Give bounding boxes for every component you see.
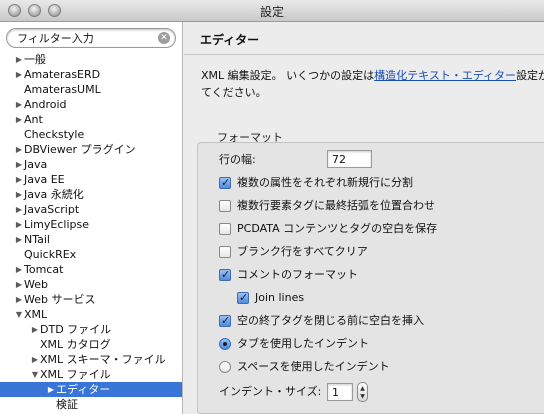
expand-arrow-icon[interactable]: ▶: [14, 187, 24, 202]
expand-arrow-icon[interactable]: ▶: [30, 322, 40, 337]
expand-arrow-icon[interactable]: ▶: [14, 262, 24, 277]
collapse-arrow-icon[interactable]: ▼: [14, 307, 24, 322]
tree-item-checkstyle[interactable]: Checkstyle: [0, 127, 182, 142]
expand-arrow-icon[interactable]: ▶: [14, 157, 24, 172]
page-title: エディター: [200, 33, 260, 47]
expand-arrow-icon[interactable]: ▶: [46, 382, 56, 397]
tree-item-quickrex[interactable]: QuickREx: [0, 247, 182, 262]
expand-arrow-icon[interactable]: ▶: [14, 202, 24, 217]
split-attrs-checkbox[interactable]: [219, 175, 231, 191]
tree-item-xml-schema-files[interactable]: ▶ XML スキーマ・ファイル: [0, 352, 182, 367]
expand-arrow-icon[interactable]: ▶: [14, 52, 24, 67]
page-description: XML 編集設定。 いくつかの設定は構造化テキスト・エディター設定か てください…: [201, 69, 544, 99]
preserve-pcdata-checkbox[interactable]: [219, 223, 231, 235]
line-width-input[interactable]: [327, 150, 372, 168]
tree-item-web[interactable]: ▶ Web: [0, 277, 182, 292]
sidebar: ✕ ▶一般 ▶AmaterasERD AmaterasUML ▶Android …: [0, 22, 183, 414]
format-comments-checkbox[interactable]: [219, 267, 231, 283]
join-lines-checkbox[interactable]: [237, 290, 249, 306]
preferences-tree: ▶ 一般 ▶ AmaterasERD AmaterasUML ▶ Android ▶ A…: [0, 52, 182, 412]
expand-arrow-icon[interactable]: ▶: [30, 352, 40, 367]
title-bar: 設定: [0, 0, 544, 22]
tree-item-ant[interactable]: ▶ Ant: [0, 112, 182, 127]
clear-blank-lines-checkbox[interactable]: [219, 246, 231, 258]
expand-arrow-icon[interactable]: ▶: [14, 112, 24, 127]
expand-arrow-icon[interactable]: ▶: [14, 232, 24, 247]
filter-field[interactable]: ✕: [6, 28, 176, 48]
indent-size-stepper[interactable]: ▲ ▼: [357, 382, 368, 402]
tree-item-general[interactable]: ▶ 一般: [0, 52, 182, 67]
indent-size-label: インデント・サイズ:: [219, 385, 322, 398]
tree-item-android[interactable]: ▶ Android: [0, 97, 182, 112]
tree-item-dtd-files[interactable]: ▶ DTD ファイル: [0, 322, 182, 337]
space-before-close-checkbox[interactable]: [219, 313, 231, 329]
window-title: 設定: [259, 5, 284, 19]
filter-input[interactable]: [17, 31, 155, 45]
indent-spaces-radio[interactable]: [219, 361, 231, 373]
expand-arrow-icon[interactable]: ▶: [14, 142, 24, 157]
tree-item-xml-catalog[interactable]: XML カタログ: [0, 337, 182, 352]
tree-item-java[interactable]: ▶ Java: [0, 157, 182, 172]
structured-text-editor-link[interactable]: 構造化テキスト・エディター: [374, 69, 516, 82]
expand-arrow-icon[interactable]: ▶: [14, 217, 24, 232]
indent-size-row: インデント・サイズ:: [219, 384, 321, 400]
tree-item-validation[interactable]: 検証: [0, 397, 182, 412]
expand-arrow-icon[interactable]: ▶: [14, 172, 24, 187]
tree-item-xml[interactable]: ▼ XML: [0, 307, 182, 322]
tree-item-amaterasUML[interactable]: AmaterasUML: [0, 82, 182, 97]
tree-item-amaterasERD[interactable]: ▶ AmaterasERD: [0, 67, 182, 82]
indent-size-input[interactable]: [327, 383, 353, 401]
tree-item-editor[interactable]: ▶ エディター: [0, 382, 182, 397]
tree-item-java-ee[interactable]: ▶ Java EE: [0, 172, 182, 187]
indent-tabs-radio[interactable]: [219, 338, 231, 350]
expand-arrow-icon[interactable]: ▶: [14, 97, 24, 112]
page-header: エディター: [184, 22, 544, 55]
expand-arrow-icon[interactable]: ▶: [14, 67, 24, 82]
tree-item-java-persistence[interactable]: ▶ Java 永続化: [0, 187, 182, 202]
tree-item-javascript[interactable]: ▶ JavaScript: [0, 202, 182, 217]
line-width-row: 行の幅:: [219, 152, 256, 168]
expand-arrow-icon[interactable]: ▶: [14, 292, 24, 307]
tree-item-ntail[interactable]: ▶ NTail: [0, 232, 182, 247]
tree-item-tomcat[interactable]: ▶ Tomcat: [0, 262, 182, 277]
tree-item-dbviewer[interactable]: ▶ DBViewer プラグイン: [0, 142, 182, 157]
collapse-arrow-icon[interactable]: ▼: [30, 367, 40, 382]
tree-item-limyeclipse[interactable]: ▶ LimyEclipse: [0, 217, 182, 232]
stepper-up-icon[interactable]: ▲: [358, 385, 367, 392]
stepper-down-icon[interactable]: ▼: [358, 393, 367, 400]
expand-arrow-icon[interactable]: ▶: [14, 277, 24, 292]
line-width-label: 行の幅:: [219, 153, 256, 166]
tree-item-web-services[interactable]: ▶ Web サービス: [0, 292, 182, 307]
preference-page: エディター XML 編集設定。 いくつかの設定は構造化テキスト・エディター設定か…: [184, 22, 544, 414]
align-bracket-checkbox[interactable]: [219, 200, 231, 212]
clear-filter-icon[interactable]: ✕: [158, 32, 170, 44]
tree-item-xml-files[interactable]: ▼ XML ファイル: [0, 367, 182, 382]
